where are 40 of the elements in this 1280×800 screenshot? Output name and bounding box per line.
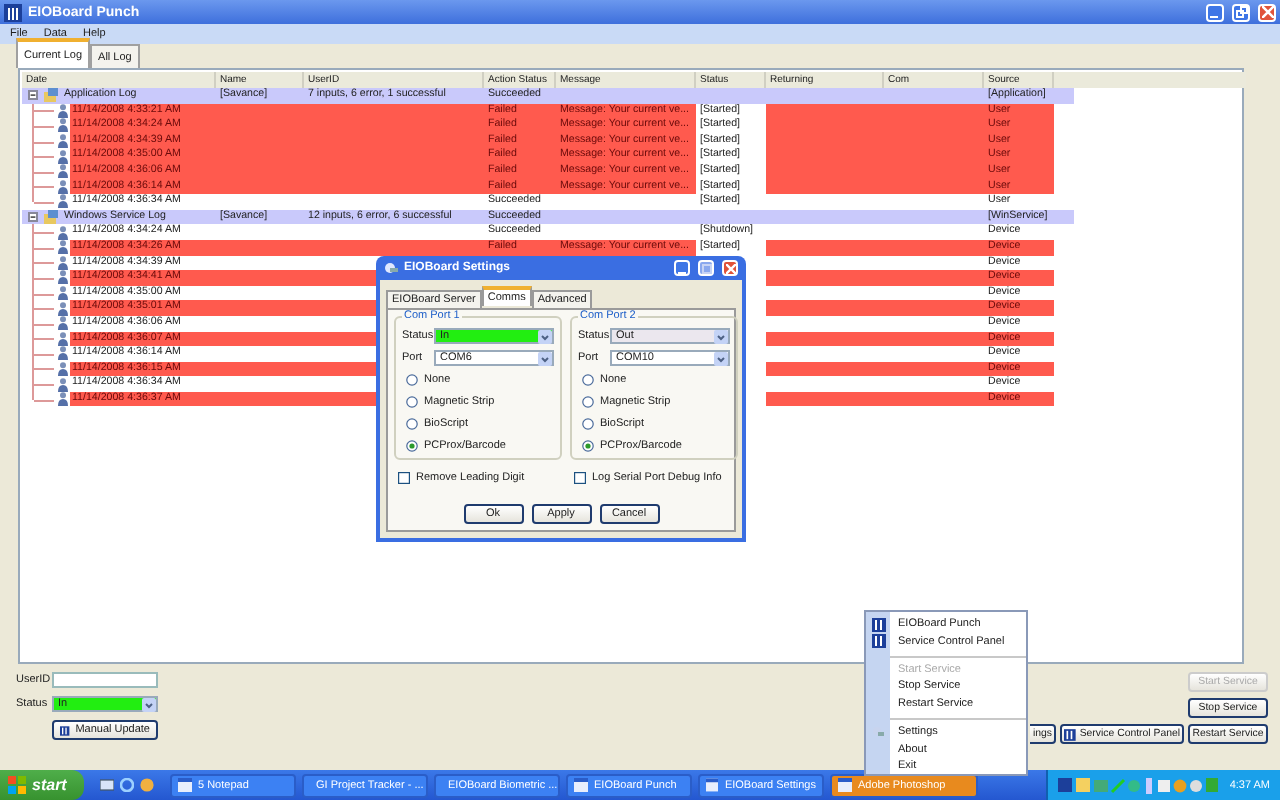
checkbox[interactable] bbox=[574, 471, 586, 483]
maximize-button[interactable] bbox=[698, 260, 714, 276]
window-icon bbox=[838, 778, 852, 792]
app-icon bbox=[60, 723, 70, 737]
log-group-icon bbox=[44, 210, 58, 225]
window-icon bbox=[574, 778, 588, 792]
app-icon bbox=[1064, 727, 1076, 741]
window-icon bbox=[706, 778, 719, 792]
close-icon bbox=[1261, 6, 1273, 18]
dropdown-icon bbox=[714, 329, 728, 343]
radio-button[interactable] bbox=[582, 395, 594, 407]
close-icon bbox=[725, 263, 735, 273]
checkbox[interactable] bbox=[398, 471, 410, 483]
window-icon bbox=[178, 778, 192, 792]
radio-button[interactable] bbox=[406, 439, 418, 451]
restore-icon bbox=[1235, 6, 1247, 18]
dropdown-icon bbox=[538, 329, 552, 343]
app-icon bbox=[4, 3, 22, 21]
desktop-icon[interactable] bbox=[100, 778, 114, 792]
radio-button[interactable] bbox=[582, 439, 594, 451]
collapse-icon[interactable] bbox=[28, 212, 38, 223]
windows-flag-icon bbox=[8, 776, 26, 794]
restore-button[interactable] bbox=[1232, 3, 1250, 21]
dropdown-icon bbox=[142, 697, 156, 711]
dropdown-icon bbox=[538, 351, 552, 365]
maximize-icon bbox=[701, 263, 711, 273]
minimize-button[interactable] bbox=[674, 260, 690, 276]
radio-button[interactable] bbox=[406, 373, 418, 385]
radio-button[interactable] bbox=[406, 417, 418, 429]
tray-icons-drawing[interactable] bbox=[1057, 777, 1218, 793]
radio-button[interactable] bbox=[406, 395, 418, 407]
log-group-icon bbox=[44, 88, 58, 103]
collapse-icon[interactable] bbox=[28, 90, 38, 101]
radio-button[interactable] bbox=[582, 373, 594, 385]
close-button[interactable] bbox=[722, 260, 738, 276]
radio-button[interactable] bbox=[582, 417, 594, 429]
userid-field[interactable] bbox=[52, 672, 158, 688]
minimize-button[interactable] bbox=[1206, 3, 1224, 21]
dropdown-icon bbox=[714, 351, 728, 365]
close-button[interactable] bbox=[1258, 3, 1276, 21]
